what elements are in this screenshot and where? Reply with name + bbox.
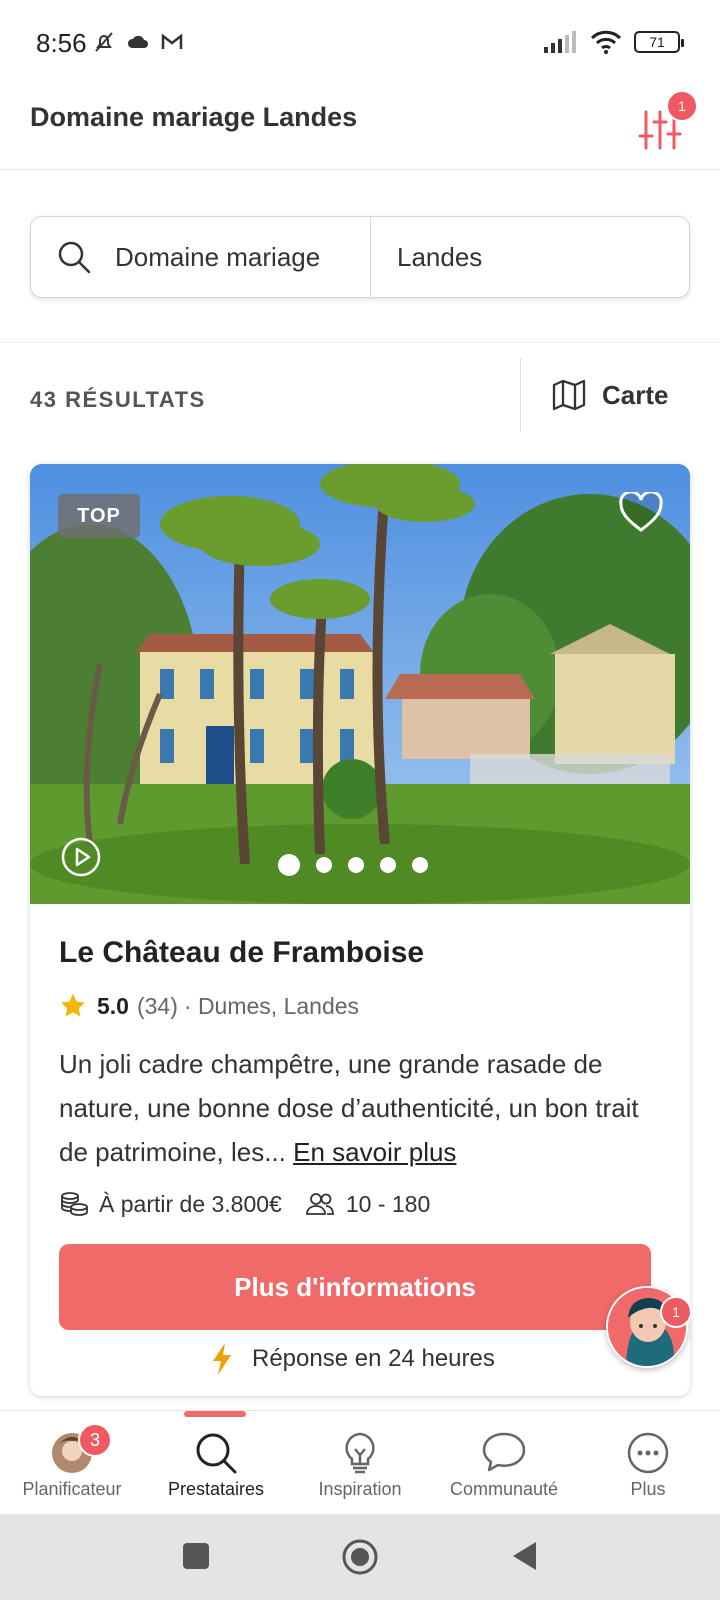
venue-name[interactable]: Le Château de Framboise <box>59 936 424 970</box>
map-button[interactable]: Carte <box>552 378 668 412</box>
status-time: 8:56 <box>36 28 87 58</box>
recent-apps-button[interactable] <box>182 1542 210 1570</box>
planner-badge: 3 <box>78 1423 112 1457</box>
search-icon <box>58 241 91 274</box>
play-icon <box>61 837 101 877</box>
search-location-field[interactable]: Landes <box>371 217 482 297</box>
venue-description: Un joli cadre champêtre, une grande rasa… <box>59 1042 659 1174</box>
star-icon <box>61 994 85 1017</box>
results-count: 43 RÉSULTATS <box>30 387 206 412</box>
more-info-button[interactable]: Plus d'informations <box>59 1244 651 1330</box>
photo-pagination <box>278 854 428 876</box>
filter-badge: 1 <box>666 90 698 122</box>
signal-icon <box>544 31 576 53</box>
back-button[interactable] <box>510 1540 538 1572</box>
bell-off-icon <box>95 32 113 52</box>
search-bar[interactable]: Domaine mariage Landes <box>30 216 690 298</box>
review-count: (34) <box>136 992 178 1019</box>
rating-row: 5.0 (34) · Dumes, Landes <box>59 992 359 1020</box>
cloud-icon <box>127 35 148 48</box>
more-dots-icon <box>627 1432 669 1474</box>
rating-score: 5.0 <box>97 992 129 1019</box>
map-icon <box>552 379 586 411</box>
assistant-badge: 1 <box>660 1296 692 1328</box>
battery-indicator: 71 <box>634 31 684 53</box>
nav-label: Plus <box>630 1479 666 1499</box>
divider <box>0 342 720 343</box>
nav-label: Prestataires <box>167 1479 265 1499</box>
divider <box>520 358 521 432</box>
nav-item-planificateur[interactable]: 3 Planificateur <box>0 1411 144 1515</box>
heart-icon <box>619 490 663 532</box>
venue-photo[interactable]: TOP <box>30 464 690 904</box>
play-video-button[interactable] <box>60 836 102 883</box>
capacity: 10 - 180 <box>345 1190 431 1217</box>
status-bar: 8:56 71 <box>0 0 720 80</box>
price: À partir de 3.800€ <box>99 1190 282 1217</box>
search-query-field[interactable]: Domaine mariage <box>31 217 371 297</box>
read-more-link[interactable]: En savoir plus <box>293 1137 456 1167</box>
nav-label: Planificateur <box>22 1479 122 1499</box>
pagination-dot[interactable] <box>380 857 396 873</box>
pagination-dot[interactable] <box>316 857 332 873</box>
response-time: Réponse en 24 heures <box>210 1342 495 1376</box>
venue-meta: À partir de 3.800€ 10 - 180 <box>59 1190 430 1218</box>
pagination-dot[interactable] <box>412 857 428 873</box>
page-title: Domaine mariage Landes <box>30 102 358 132</box>
lightbulb-icon <box>345 1432 375 1474</box>
favorite-button[interactable] <box>618 490 664 539</box>
top-badge: TOP <box>58 494 140 538</box>
response-time-text: Réponse en 24 heures <box>252 1345 495 1372</box>
filter-button[interactable]: 1 <box>636 90 698 152</box>
coins-icon <box>61 1192 88 1216</box>
nav-item-prestataires[interactable]: Prestataires <box>144 1411 288 1515</box>
lightning-icon <box>213 1343 231 1375</box>
search-query-text: Domaine mariage <box>115 241 321 272</box>
nav-item-inspiration[interactable]: Inspiration <box>288 1411 432 1515</box>
guests-icon <box>305 1193 334 1215</box>
search-icon <box>196 1433 237 1474</box>
home-button[interactable] <box>341 1538 379 1576</box>
bottom-navigation: 3 Planificateur Prestataires Inspiration… <box>0 1410 720 1514</box>
nav-label: Inspiration <box>318 1479 402 1499</box>
wifi-icon <box>590 30 622 54</box>
venue-card[interactable]: TOP Le Château de Framboise 5.0 (34) · D… <box>30 464 690 1396</box>
app-header: Domaine mariage Landes 1 <box>0 80 720 170</box>
nav-label: Communauté <box>449 1479 559 1499</box>
pagination-dot[interactable] <box>278 854 300 876</box>
pagination-dot[interactable] <box>348 857 364 873</box>
nav-item-plus[interactable]: Plus <box>576 1411 720 1515</box>
venue-location: · Dumes, Landes <box>183 992 360 1019</box>
chat-bubble-icon <box>482 1432 526 1472</box>
system-navigation-bar <box>0 1514 720 1600</box>
map-button-label: Carte <box>602 379 669 410</box>
gmail-icon <box>161 33 183 49</box>
nav-item-communaute[interactable]: Communauté <box>432 1411 576 1515</box>
